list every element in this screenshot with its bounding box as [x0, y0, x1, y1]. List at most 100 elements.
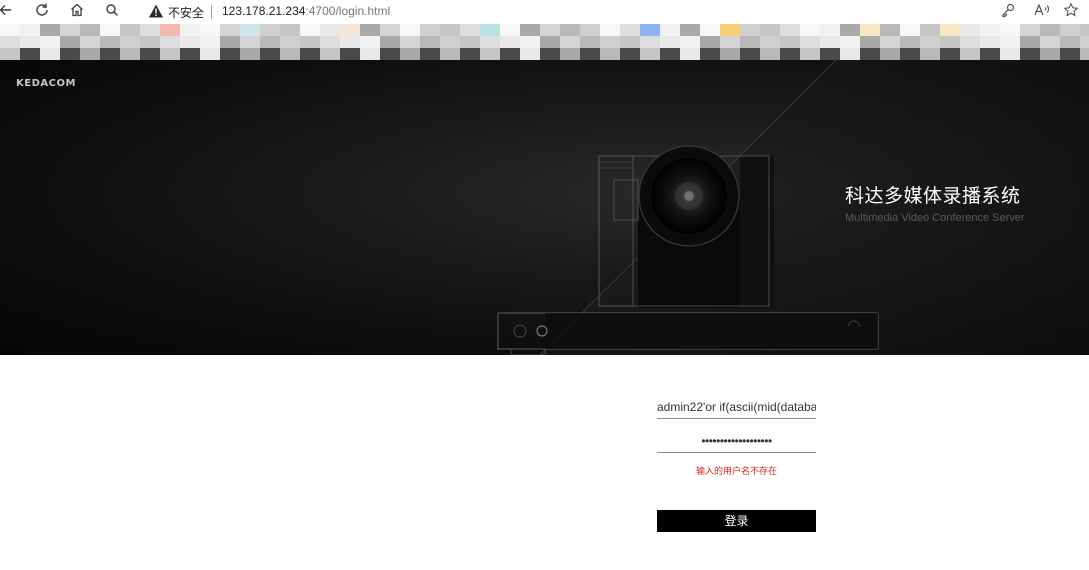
pixel-cell — [960, 24, 980, 36]
pixel-cell — [240, 36, 260, 48]
pixel-cell — [860, 24, 880, 36]
pixel-cell — [60, 36, 80, 48]
pixel-cell — [200, 24, 220, 36]
search-icon[interactable] — [102, 2, 122, 22]
favorite-star-icon[interactable] — [1061, 2, 1081, 22]
pixel-cell — [100, 24, 120, 36]
pixel-cell — [840, 24, 860, 36]
pixel-cell — [840, 48, 860, 60]
pixel-cell — [780, 48, 800, 60]
key-icon[interactable] — [998, 2, 1018, 22]
warning-triangle-icon[interactable] — [148, 3, 164, 19]
pixel-cell — [300, 24, 320, 36]
pixel-cell — [380, 24, 400, 36]
pixel-cell — [60, 48, 80, 60]
pixel-cell — [540, 48, 560, 60]
pixel-cell — [460, 36, 480, 48]
pixel-cell — [800, 24, 820, 36]
pixel-cell — [280, 48, 300, 60]
url-path: :4700/login.html — [305, 4, 391, 18]
pixel-cell — [680, 48, 700, 60]
pixel-cell — [0, 24, 20, 36]
pixel-cell — [620, 48, 640, 60]
pixel-cell — [660, 24, 680, 36]
pixel-cell — [380, 36, 400, 48]
pixel-cell — [420, 48, 440, 60]
pixel-cell — [720, 48, 740, 60]
pixelated-bookmarks-mosaic — [0, 24, 1089, 60]
pixel-cell — [380, 48, 400, 60]
pixel-cell — [80, 24, 100, 36]
pixel-cell — [0, 36, 20, 48]
pixel-cell — [460, 48, 480, 60]
pixel-cell — [0, 48, 20, 60]
pixel-cell — [600, 24, 620, 36]
pixel-cell — [940, 36, 960, 48]
pixel-cell — [900, 24, 920, 36]
pixel-cell — [100, 48, 120, 60]
pixel-cell — [440, 48, 460, 60]
pixel-cell — [740, 36, 760, 48]
pixel-cell — [1000, 36, 1020, 48]
pixel-cell — [760, 36, 780, 48]
product-subtitle: Multimedia Video Conference Server — [845, 212, 1025, 224]
pixel-cell — [320, 36, 340, 48]
pixel-cell — [40, 36, 60, 48]
pixel-cell — [300, 36, 320, 48]
pixel-cell — [940, 48, 960, 60]
pixel-cell — [320, 48, 340, 60]
product-title: 科达多媒体录播系统 — [845, 185, 1021, 207]
pixel-cell — [300, 48, 320, 60]
username-input[interactable] — [657, 395, 816, 419]
read-aloud-icon[interactable] — [1032, 2, 1052, 22]
pixel-cell — [520, 24, 540, 36]
home-icon[interactable] — [67, 2, 87, 22]
pixel-cell — [700, 36, 720, 48]
pixel-cell — [140, 48, 160, 60]
pixel-cell — [580, 36, 600, 48]
pixel-cell — [120, 24, 140, 36]
pixel-cell — [400, 24, 420, 36]
pixel-cell — [500, 48, 520, 60]
pixel-cell — [1040, 24, 1060, 36]
pixel-cell — [260, 48, 280, 60]
pixel-cell — [740, 48, 760, 60]
pixel-cell — [1060, 24, 1080, 36]
pixel-cell — [1080, 48, 1089, 60]
pixel-cell — [940, 24, 960, 36]
pixel-cell — [120, 36, 140, 48]
pixel-cell — [540, 36, 560, 48]
reload-icon[interactable] — [32, 2, 52, 22]
security-status-label[interactable]: 不安全 — [168, 4, 204, 21]
pixel-cell — [440, 36, 460, 48]
pixel-cell — [520, 48, 540, 60]
pixel-cell — [20, 36, 40, 48]
pixel-cell — [360, 36, 380, 48]
pixel-cell — [40, 48, 60, 60]
pixel-cell — [640, 36, 660, 48]
pixel-cell — [1080, 24, 1089, 36]
pixel-cell — [160, 24, 180, 36]
pixel-cell — [260, 24, 280, 36]
address-bar[interactable]: 不安全 123.178.21.234:4700/login.html — [134, 1, 1079, 23]
pixel-cell — [520, 36, 540, 48]
pixel-cell — [560, 36, 580, 48]
pixel-cell — [1080, 36, 1089, 48]
pixel-cell — [120, 48, 140, 60]
pixel-cell — [220, 36, 240, 48]
pixel-cell — [400, 36, 420, 48]
pixel-cell — [820, 48, 840, 60]
pixel-cell — [860, 48, 880, 60]
login-button[interactable]: 登录 — [657, 510, 816, 532]
pixel-cell — [200, 36, 220, 48]
pixel-cell — [800, 36, 820, 48]
pixel-cell — [920, 24, 940, 36]
password-input[interactable] — [657, 429, 816, 453]
pixel-cell — [1020, 24, 1040, 36]
pixel-cell — [80, 48, 100, 60]
url-text[interactable]: 123.178.21.234:4700/login.html — [222, 4, 390, 18]
pixel-cell — [820, 36, 840, 48]
pixel-cell — [140, 24, 160, 36]
back-arrow-icon[interactable] — [0, 2, 16, 22]
pixel-cell — [460, 24, 480, 36]
